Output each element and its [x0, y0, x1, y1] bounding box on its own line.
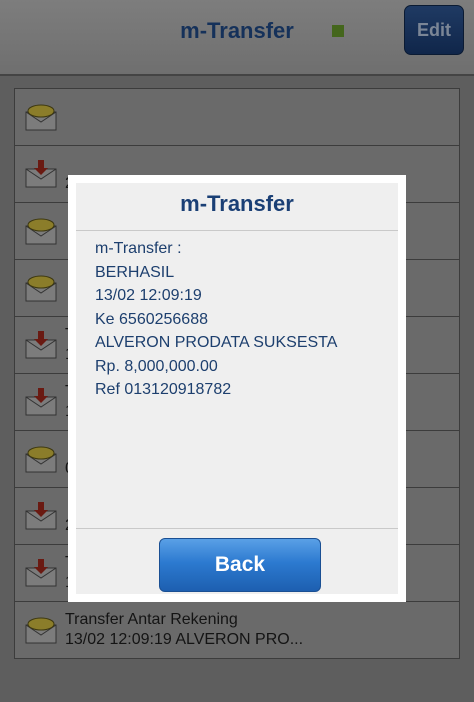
transfer-result-dialog: m-Transfer m-Transfer : BERHASIL 13/02 1… — [68, 175, 406, 602]
message-line: Ke 6560256688 — [95, 310, 208, 328]
message-line: 13/02 12:09:19 — [95, 287, 202, 304]
list-item[interactable] — [14, 88, 460, 145]
app-title: m-Transfer — [180, 18, 294, 43]
dialog-message: m-Transfer : BERHASIL 13/02 12:09:19 Ke … — [95, 237, 395, 402]
list-item-title: Transfer Antar Rekening — [65, 611, 238, 628]
message-line: m-Transfer : — [95, 240, 182, 257]
back-button[interactable]: Back — [159, 538, 321, 592]
envelope-open-icon — [25, 445, 57, 478]
envelope-open-icon — [25, 217, 57, 250]
dialog-divider — [76, 230, 398, 231]
envelope-download-icon — [25, 160, 57, 193]
envelope-open-icon — [25, 274, 57, 307]
envelope-open-icon — [25, 103, 57, 136]
message-line: ALVERON PRODATA SUKSESTA — [95, 334, 338, 351]
envelope-download-icon — [25, 331, 57, 364]
status-indicator — [332, 25, 344, 37]
dialog-divider — [76, 528, 398, 529]
dialog-title: m-Transfer — [180, 191, 294, 216]
envelope-download-icon — [25, 559, 57, 592]
envelope-open-icon — [25, 616, 57, 649]
message-line: Ref 013120918782 — [95, 381, 232, 398]
list-item[interactable]: Transfer Antar Rekening 13/02 12:09:19 AL… — [14, 601, 460, 659]
list-item-detail: 13/02 12:09:19 ALVERON PRO... — [65, 631, 304, 648]
app-header: m-Transfer Edit — [0, 0, 474, 76]
message-line: BERHASIL — [95, 263, 175, 281]
edit-button[interactable]: Edit — [404, 5, 464, 55]
envelope-download-icon — [25, 388, 57, 421]
dialog-panel: m-Transfer m-Transfer : BERHASIL 13/02 1… — [76, 183, 398, 594]
envelope-download-icon — [25, 502, 57, 535]
message-line: Rp. 8,000,000.00 — [95, 357, 218, 375]
